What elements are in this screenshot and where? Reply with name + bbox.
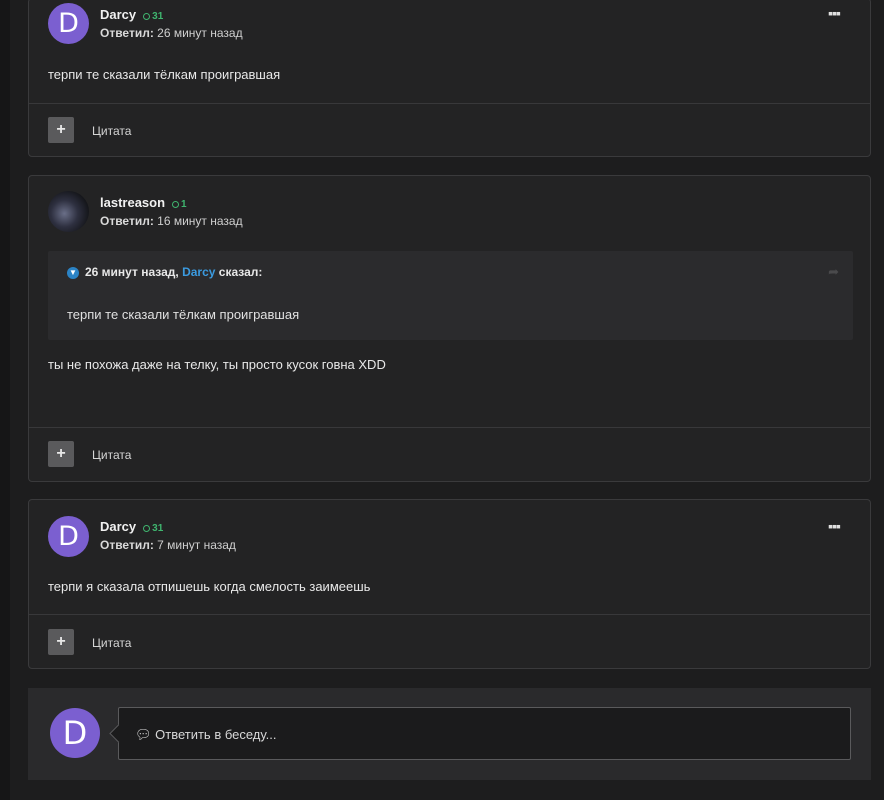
post-time[interactable]: 16 минут назад — [157, 214, 242, 228]
post-content: терпи я сказала отпишешь когда смелость … — [48, 579, 371, 594]
post-card: lastreason 1 Ответил: 16 минут назад ▼ 26 … — [28, 175, 871, 482]
reputation-icon — [143, 524, 151, 532]
quote-button[interactable]: + — [48, 629, 74, 655]
divider — [29, 103, 870, 104]
reputation-icon — [143, 12, 151, 20]
post-content: ты не похожа даже на телку, ты просто ку… — [48, 357, 386, 372]
quoted-message: ▼ 26 минут назад, Darcy сказал: ➦ терпи т… — [48, 251, 853, 340]
post-card: D Darcy 31 Ответил: 7 минут назад ▪▪▪ тер… — [28, 499, 871, 669]
author-name[interactable]: Darcy 31 — [100, 519, 163, 534]
reputation-icon — [172, 200, 180, 208]
post-menu-icon[interactable]: ▪▪▪ — [828, 5, 841, 21]
quote-label[interactable]: Цитата — [92, 636, 131, 650]
post-meta: Ответил: 7 минут назад — [100, 538, 236, 552]
reputation-badge: 31 — [143, 523, 163, 534]
post-time[interactable]: 26 минут назад — [157, 26, 242, 40]
reputation-badge: 1 — [172, 199, 187, 210]
quote-author-link[interactable]: Darcy — [182, 265, 215, 279]
quote-header: ▼ 26 минут назад, Darcy сказал: — [67, 265, 262, 279]
author-name[interactable]: lastreason 1 — [100, 195, 187, 210]
author-link[interactable]: Darcy — [100, 7, 136, 22]
replied-label: Ответил: — [100, 26, 154, 40]
quote-said: сказал: — [218, 265, 263, 279]
reply-placeholder-text: Ответить в беседу... — [155, 727, 277, 742]
author-link[interactable]: lastreason — [100, 195, 165, 210]
reply-input[interactable]: 💬︎ Ответить в беседу... — [118, 707, 851, 760]
quote-text: терпи те сказали тёлкам проигравшая — [67, 307, 300, 322]
post-menu-icon[interactable]: ▪▪▪ — [828, 518, 841, 534]
reputation-count: 31 — [152, 523, 164, 534]
quote-label[interactable]: Цитата — [92, 124, 131, 138]
divider — [29, 614, 870, 615]
quote-button[interactable]: + — [48, 117, 74, 143]
share-arrow-icon[interactable]: ➦ — [828, 264, 839, 280]
post-time[interactable]: 7 минут назад — [157, 538, 236, 552]
replied-label: Ответил: — [100, 214, 154, 228]
replied-label: Ответил: — [100, 538, 154, 552]
reputation-count: 1 — [181, 199, 187, 210]
avatar[interactable]: D — [48, 516, 89, 557]
quote-button[interactable]: + — [48, 441, 74, 467]
post-meta: Ответил: 16 минут назад — [100, 214, 243, 228]
author-link[interactable]: Darcy — [100, 519, 136, 534]
reply-placeholder: 💬︎ Ответить в беседу... — [135, 727, 276, 743]
post-meta: Ответил: 26 минут назад — [100, 26, 243, 40]
reply-area: D 💬︎ Ответить в беседу... — [28, 688, 871, 780]
avatar[interactable] — [48, 191, 89, 232]
quote-time: 26 минут назад, — [85, 265, 179, 279]
speech-bubble-icon: 💬︎ — [135, 727, 152, 742]
post-content: терпи те сказали тёлкам проигравшая — [48, 67, 281, 82]
reputation-badge: 31 — [143, 11, 163, 22]
divider — [29, 427, 870, 428]
left-edge — [0, 0, 10, 800]
author-name[interactable]: Darcy 31 — [100, 7, 163, 22]
quote-label[interactable]: Цитата — [92, 448, 131, 462]
avatar[interactable]: D — [50, 708, 100, 758]
post-card: D Darcy 31 Ответил: 26 минут назад ▪▪▪ те… — [28, 0, 871, 157]
chevron-down-icon[interactable]: ▼ — [67, 266, 79, 279]
reputation-count: 31 — [152, 11, 164, 22]
avatar[interactable]: D — [48, 3, 89, 44]
